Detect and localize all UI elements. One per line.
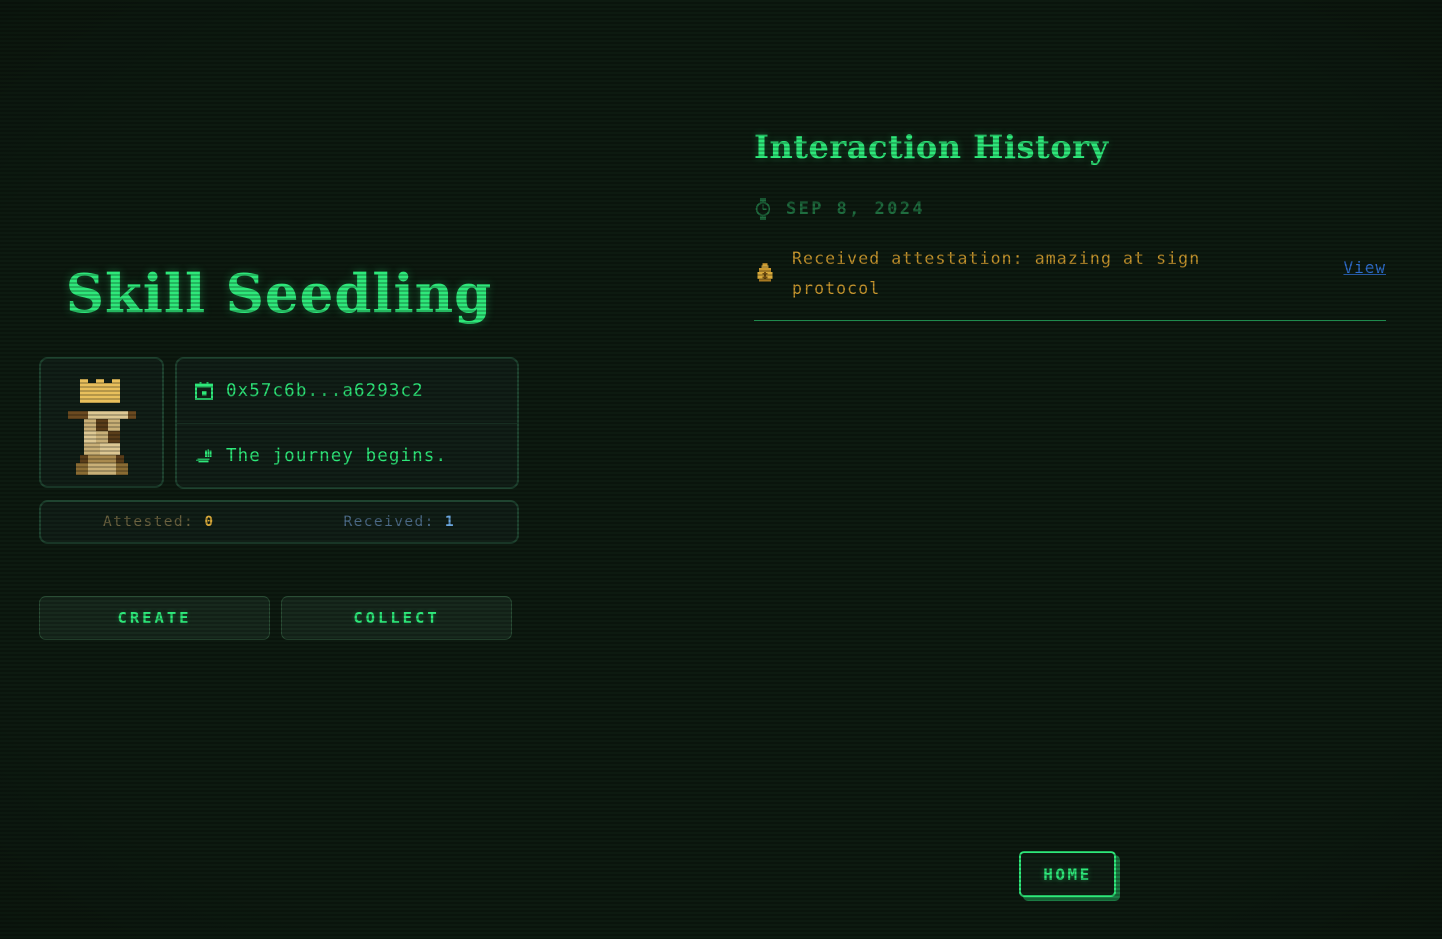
stat-received-label: Received:: [343, 514, 435, 531]
stat-attested-label: Attested:: [103, 514, 195, 531]
history-entry-body: Received attestation: amazing at sign pr…: [792, 244, 1386, 304]
money-bag-icon: [757, 263, 773, 282]
stat-attested-value: 0: [204, 514, 215, 531]
pixel-rook-crown-sprite: [67, 378, 136, 475]
history-title: Interaction History: [754, 128, 1109, 166]
watch-icon: [755, 198, 771, 220]
page-title: Skill Seedling: [65, 263, 493, 325]
profile-panel: Skill Seedling 0x57c6b...a6293c2 The jou…: [39, 263, 519, 641]
stats-card: Attested: 0 Received: 1: [39, 500, 519, 545]
collect-button[interactable]: COLLECT: [281, 596, 512, 641]
address-row[interactable]: 0x57c6b...a6293c2: [177, 359, 517, 423]
tagline-row: The journey begins.: [177, 423, 517, 487]
action-button-group: CREATE COLLECT: [39, 596, 519, 641]
history-date-group: SEP 8, 2024: [754, 198, 1386, 220]
calendar-icon: [195, 382, 213, 401]
wallet-address: 0x57c6b...a6293c2: [226, 381, 424, 402]
stat-received-value: 1: [444, 514, 455, 531]
identity-row: 0x57c6b...a6293c2 The journey begins.: [39, 357, 519, 490]
stat-received: Received: 1: [344, 514, 455, 530]
seedling-icon: [196, 449, 212, 463]
avatar: [39, 357, 164, 489]
create-button[interactable]: CREATE: [39, 596, 270, 641]
identity-info-card: 0x57c6b...a6293c2 The journey begins.: [175, 357, 519, 490]
interaction-history-panel: Interaction History SEP 8, 2024 Received…: [754, 128, 1386, 321]
view-link[interactable]: View: [1343, 258, 1386, 277]
history-entry: Received attestation: amazing at sign pr…: [754, 244, 1386, 321]
tagline-text: The journey begins.: [226, 445, 448, 466]
home-button[interactable]: HOME: [1019, 851, 1116, 897]
history-date: SEP 8, 2024: [786, 199, 925, 219]
history-entry-text: Received attestation: amazing at sign pr…: [792, 249, 1201, 298]
stat-attested: Attested: 0: [103, 514, 214, 530]
